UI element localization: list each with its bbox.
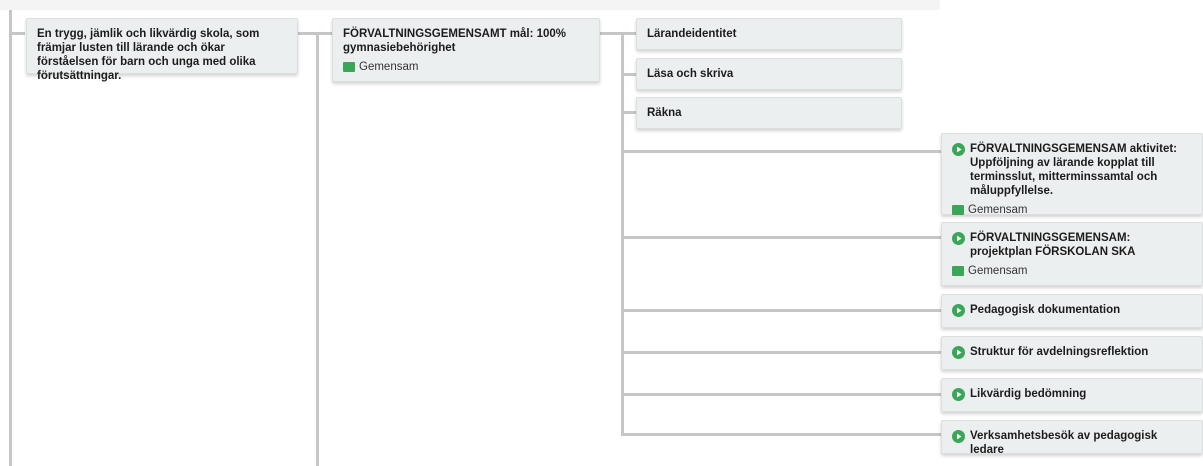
tree-connector bbox=[621, 236, 941, 239]
tree-connector bbox=[316, 32, 319, 466]
tree-connector bbox=[9, 32, 25, 35]
activity-node[interactable]: Likvärdig bedömning bbox=[941, 378, 1203, 412]
subgoal-tag-label: Gemensam bbox=[359, 61, 419, 73]
activity-text: FÖRVALTNINGSGEMENSAM aktivitet: Uppföljn… bbox=[970, 143, 1178, 197]
tree-connector bbox=[621, 433, 941, 436]
tree-connector bbox=[298, 32, 332, 35]
activity-tag-label: Gemensam bbox=[968, 204, 1028, 216]
activity-node[interactable]: FÖRVALTNINGSGEMENSAM aktivitet: Uppföljn… bbox=[941, 133, 1203, 217]
activity-text: Verksamhetsbesök av pedagogisk ledare bbox=[970, 430, 1158, 456]
subgoal-tag: Gemensam bbox=[343, 60, 589, 74]
activity-tag-label: Gemensam bbox=[968, 265, 1028, 277]
tree-connector bbox=[621, 73, 636, 76]
activity-text: FÖRVALTNINGSGEMENSAM: projektplan FÖRSKO… bbox=[970, 232, 1136, 258]
play-circle-icon bbox=[952, 388, 965, 401]
play-circle-icon bbox=[952, 143, 965, 156]
flag-icon bbox=[343, 62, 355, 72]
activity-node[interactable]: Struktur för avdelningsreflektion bbox=[941, 336, 1203, 370]
focus-area-node[interactable]: Räkna bbox=[636, 97, 902, 129]
subgoal-text: FÖRVALTNINGSGEMENSAMT mål: 100% gymnasie… bbox=[343, 28, 567, 54]
tree-connector bbox=[621, 393, 941, 396]
tree-connector bbox=[600, 32, 636, 35]
activity-node[interactable]: FÖRVALTNINGSGEMENSAM: projektplan FÖRSKO… bbox=[941, 222, 1203, 286]
activity-text: Pedagogisk dokumentation bbox=[970, 304, 1121, 316]
goal-node[interactable]: En trygg, jämlik och likvärdig skola, so… bbox=[26, 18, 298, 82]
activity-text: Struktur för avdelningsreflektion bbox=[970, 346, 1149, 358]
tree-connector bbox=[621, 111, 636, 114]
play-circle-icon bbox=[952, 346, 965, 359]
play-circle-icon bbox=[952, 232, 965, 245]
tree-connector bbox=[621, 309, 941, 312]
activity-tag: Gemensam bbox=[952, 203, 1192, 217]
activity-node[interactable]: Pedagogisk dokumentation bbox=[941, 294, 1203, 328]
play-circle-icon bbox=[952, 304, 965, 317]
goal-text: En trygg, jämlik och likvärdig skola, so… bbox=[37, 28, 260, 82]
subgoal-node[interactable]: FÖRVALTNINGSGEMENSAMT mål: 100% gymnasie… bbox=[332, 18, 600, 82]
tree-connector bbox=[621, 351, 941, 354]
flag-icon bbox=[952, 266, 964, 276]
flag-icon bbox=[952, 205, 964, 215]
activity-text: Likvärdig bedömning bbox=[970, 388, 1087, 400]
activity-node[interactable]: Verksamhetsbesök av pedagogisk ledare bbox=[941, 420, 1203, 456]
focus-area-text: Lärandeidentitet bbox=[647, 28, 737, 40]
tree-connector bbox=[621, 150, 941, 153]
focus-area-text: Läsa och skriva bbox=[647, 68, 734, 80]
focus-area-text: Räkna bbox=[647, 107, 682, 119]
focus-area-node[interactable]: Lärandeidentitet bbox=[636, 18, 902, 50]
top-strip bbox=[0, 0, 940, 10]
focus-area-node[interactable]: Läsa och skriva bbox=[636, 58, 902, 90]
tree-connector-root bbox=[9, 10, 12, 466]
tree-connector bbox=[621, 32, 624, 435]
activity-tag: Gemensam bbox=[952, 264, 1192, 278]
play-circle-icon bbox=[952, 430, 965, 443]
